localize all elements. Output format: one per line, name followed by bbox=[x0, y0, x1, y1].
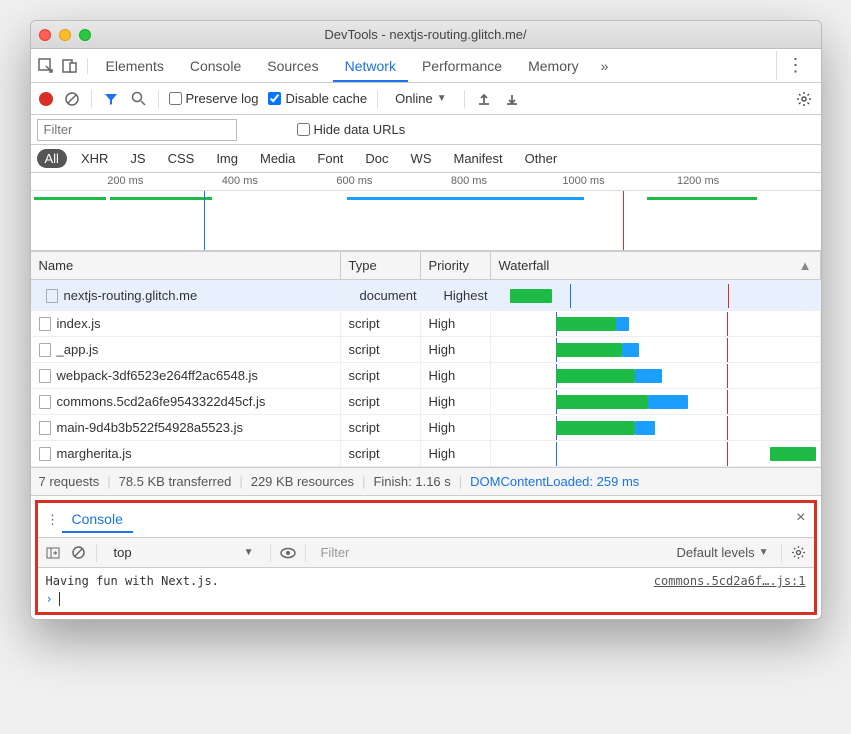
file-icon bbox=[39, 395, 51, 409]
summary-domcontentloaded: DOMContentLoaded: 259 ms bbox=[470, 474, 639, 489]
console-settings-icon[interactable] bbox=[790, 545, 808, 560]
download-icon[interactable] bbox=[503, 92, 521, 106]
chevron-down-icon: ▼ bbox=[437, 93, 447, 104]
filter-input[interactable] bbox=[37, 119, 237, 141]
file-icon bbox=[39, 369, 51, 383]
summary-transferred: 78.5 KB transferred bbox=[119, 474, 232, 489]
close-button[interactable] bbox=[39, 29, 51, 41]
inspect-icon[interactable] bbox=[37, 58, 55, 74]
file-icon bbox=[39, 317, 51, 331]
overview-chart[interactable] bbox=[31, 191, 821, 251]
log-levels-select[interactable]: Default levels▼ bbox=[677, 545, 773, 560]
file-icon bbox=[46, 289, 58, 303]
live-expression-icon[interactable] bbox=[279, 547, 297, 559]
request-table: nextjs-routing.glitch.medocumentHighesti… bbox=[31, 280, 821, 467]
sort-icon: ▲ bbox=[799, 258, 812, 273]
log-entry[interactable]: Having fun with Next.js. commons.5cd2a6f… bbox=[38, 572, 814, 590]
filter-doc[interactable]: Doc bbox=[357, 149, 396, 168]
filter-css[interactable]: CSS bbox=[160, 149, 203, 168]
file-icon bbox=[39, 447, 51, 461]
console-drawer: × ⋮ Console top▼ Filter Default levels▼ … bbox=[35, 500, 817, 615]
summary-requests: 7 requests bbox=[39, 474, 100, 489]
table-row[interactable]: nextjs-routing.glitch.medocumentHighest bbox=[31, 280, 821, 311]
filter-other[interactable]: Other bbox=[517, 149, 566, 168]
console-tab[interactable]: Console bbox=[62, 507, 133, 533]
console-sidebar-icon[interactable] bbox=[44, 546, 62, 560]
tab-sources[interactable]: Sources bbox=[255, 50, 330, 82]
filter-manifest[interactable]: Manifest bbox=[446, 149, 511, 168]
table-row[interactable]: margherita.jsscriptHigh bbox=[31, 441, 821, 467]
tabs-overflow[interactable]: » bbox=[593, 54, 617, 78]
summary-resources: 229 KB resources bbox=[251, 474, 354, 489]
table-row[interactable]: _app.jsscriptHigh bbox=[31, 337, 821, 363]
tab-elements[interactable]: Elements bbox=[94, 50, 176, 82]
filter-icon[interactable] bbox=[102, 92, 120, 106]
titlebar: DevTools - nextjs-routing.glitch.me/ bbox=[31, 21, 821, 49]
table-row[interactable]: commons.5cd2a6fe9543322d45cf.jsscriptHig… bbox=[31, 389, 821, 415]
tab-performance[interactable]: Performance bbox=[410, 50, 514, 82]
window-controls bbox=[39, 29, 91, 41]
filter-all[interactable]: All bbox=[37, 149, 67, 168]
settings-icon[interactable] bbox=[795, 91, 813, 107]
drawer-menu-icon[interactable]: ⋮ bbox=[44, 512, 62, 528]
search-icon[interactable] bbox=[130, 91, 148, 106]
col-type[interactable]: Type bbox=[341, 252, 421, 279]
prompt-chevron-icon: › bbox=[46, 592, 53, 606]
file-icon bbox=[39, 343, 51, 357]
filter-ws[interactable]: WS bbox=[403, 149, 440, 168]
window-title: DevTools - nextjs-routing.glitch.me/ bbox=[31, 27, 821, 42]
minimize-button[interactable] bbox=[59, 29, 71, 41]
menu-icon[interactable]: ⋮ bbox=[776, 51, 815, 80]
filter-font[interactable]: Font bbox=[309, 149, 351, 168]
device-icon[interactable] bbox=[61, 58, 79, 74]
record-button[interactable] bbox=[39, 92, 53, 106]
preserve-log-checkbox[interactable]: Preserve log bbox=[169, 91, 259, 106]
filter-img[interactable]: Img bbox=[208, 149, 246, 168]
devtools-window: DevTools - nextjs-routing.glitch.me/ Ele… bbox=[30, 20, 822, 620]
upload-icon[interactable] bbox=[475, 92, 493, 106]
tab-memory[interactable]: Memory bbox=[516, 50, 591, 82]
main-tabs: ElementsConsoleSourcesNetworkPerformance… bbox=[31, 49, 821, 83]
col-priority[interactable]: Priority bbox=[421, 252, 491, 279]
col-waterfall[interactable]: Waterfall▲ bbox=[491, 252, 821, 279]
filter-xhr[interactable]: XHR bbox=[73, 149, 116, 168]
chevron-down-icon: ▼ bbox=[759, 547, 769, 558]
filter-js[interactable]: JS bbox=[122, 149, 153, 168]
chevron-down-icon: ▼ bbox=[244, 547, 254, 558]
console-prompt[interactable]: › bbox=[38, 590, 814, 608]
table-row[interactable]: webpack-3df6523e264ff2ac6548.jsscriptHig… bbox=[31, 363, 821, 389]
console-output: Having fun with Next.js. commons.5cd2a6f… bbox=[38, 568, 814, 612]
hide-data-urls-checkbox[interactable]: Hide data URLs bbox=[297, 122, 406, 137]
maximize-button[interactable] bbox=[79, 29, 91, 41]
log-source-link[interactable]: commons.5cd2a6f….js:1 bbox=[654, 574, 806, 588]
throttling-select[interactable]: Online▼ bbox=[388, 88, 453, 109]
context-select[interactable]: top▼ bbox=[105, 542, 263, 563]
summary-finish: Finish: 1.16 s bbox=[373, 474, 450, 489]
network-toolbar: Preserve log Disable cache Online▼ bbox=[31, 83, 821, 115]
summary-bar: 7 requests| 78.5 KB transferred| 229 KB … bbox=[31, 467, 821, 496]
console-clear-icon[interactable] bbox=[70, 545, 88, 560]
col-name[interactable]: Name bbox=[31, 252, 341, 279]
table-row[interactable]: main-9d4b3b522f54928a5523.jsscriptHigh bbox=[31, 415, 821, 441]
file-icon bbox=[39, 421, 51, 435]
tab-console[interactable]: Console bbox=[178, 50, 253, 82]
table-row[interactable]: index.jsscriptHigh bbox=[31, 311, 821, 337]
clear-icon[interactable] bbox=[63, 91, 81, 107]
timeline-ruler: 200 ms400 ms600 ms800 ms1000 ms1200 ms bbox=[31, 173, 821, 191]
close-drawer-icon[interactable]: × bbox=[786, 503, 815, 533]
disable-cache-checkbox[interactable]: Disable cache bbox=[268, 91, 367, 106]
table-header: Name Type Priority Waterfall▲ bbox=[31, 251, 821, 280]
filter-media[interactable]: Media bbox=[252, 149, 303, 168]
tab-network[interactable]: Network bbox=[333, 50, 408, 82]
console-filter-input[interactable]: Filter bbox=[314, 543, 668, 562]
type-filter-row: All XHR JS CSS Img Media Font Doc WS Manifest Othe… bbox=[31, 145, 821, 173]
filter-bar: Hide data URLs bbox=[31, 115, 821, 145]
log-message: Having fun with Next.js. bbox=[46, 574, 219, 588]
